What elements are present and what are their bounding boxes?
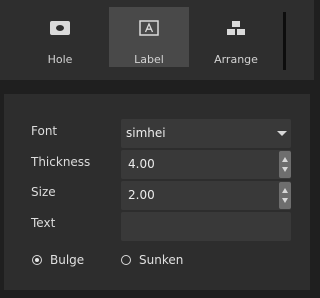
toolbar-divider — [283, 12, 286, 70]
size-label: Size — [31, 185, 56, 199]
font-label: Font — [31, 124, 58, 138]
text-label: Text — [31, 216, 56, 230]
size-spinbox[interactable]: 2.00 — [121, 181, 291, 210]
arrange-button-label: Arrange — [214, 53, 258, 66]
sunken-radio[interactable]: Sunken — [121, 252, 183, 268]
thickness-label: Thickness — [31, 155, 91, 169]
thickness-spinbox[interactable]: 4.00 — [121, 150, 291, 179]
arrange-icon — [196, 19, 276, 37]
sunken-radio-label: Sunken — [139, 252, 184, 267]
label-button[interactable]: Label — [109, 7, 189, 67]
size-stepper[interactable] — [279, 182, 291, 209]
chevron-down-icon[interactable] — [277, 131, 287, 136]
hole-button[interactable]: Hole — [20, 7, 100, 67]
decrement-icon[interactable] — [282, 198, 288, 203]
thickness-stepper[interactable] — [279, 151, 291, 178]
increment-icon[interactable] — [282, 157, 288, 162]
font-select-value: simhei — [126, 126, 166, 140]
radio-unchecked-icon[interactable] — [121, 255, 131, 265]
size-value: 2.00 — [128, 188, 155, 202]
hole-button-label: Hole — [47, 53, 73, 66]
label-settings-panel: Font simhei Thickness 4.00 Size 2.00 Tex… — [4, 94, 310, 290]
decrement-icon[interactable] — [282, 167, 288, 172]
arrange-button[interactable]: Arrange — [196, 7, 276, 67]
radio-checked-icon[interactable] — [32, 255, 42, 265]
label-icon — [109, 19, 189, 37]
toolbar: Hole Label Arrange — [0, 0, 314, 80]
bulge-radio[interactable]: Bulge — [32, 252, 84, 268]
thickness-value: 4.00 — [128, 157, 155, 171]
hole-icon — [20, 19, 100, 37]
text-input[interactable] — [121, 212, 291, 241]
increment-icon[interactable] — [282, 188, 288, 193]
font-select[interactable]: simhei — [121, 119, 291, 148]
bulge-radio-label: Bulge — [50, 252, 85, 267]
label-button-label: Label — [134, 53, 164, 66]
